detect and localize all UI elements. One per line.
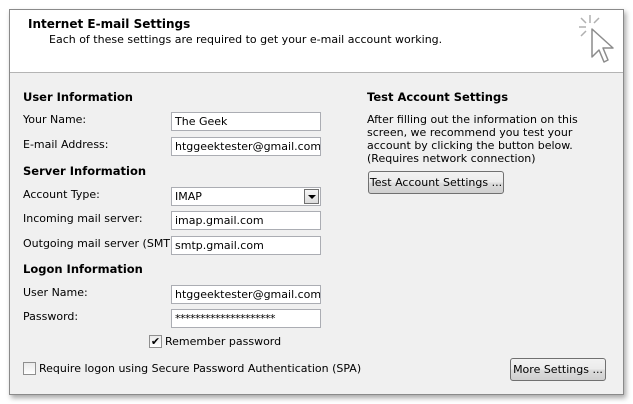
spa-label: Require logon using Secure Password Auth… bbox=[39, 362, 362, 375]
more-settings-button[interactable]: More Settings ... bbox=[510, 358, 606, 381]
header-subtitle: Each of these settings are required to g… bbox=[49, 33, 443, 46]
email-address-field[interactable]: htggeektester@gmail.com bbox=[171, 137, 321, 156]
account-type-value: IMAP bbox=[175, 190, 202, 203]
spa-checkbox[interactable] bbox=[23, 362, 36, 375]
dialog-header: Internet E-mail Settings Each of these s… bbox=[10, 10, 623, 73]
user-name-label: User Name: bbox=[23, 286, 88, 299]
test-account-description: After filling out the information on thi… bbox=[367, 113, 578, 165]
outgoing-server-field[interactable]: smtp.gmail.com bbox=[171, 236, 321, 255]
account-type-label: Account Type: bbox=[23, 188, 100, 201]
test-account-heading: Test Account Settings bbox=[367, 90, 509, 104]
outgoing-server-label: Outgoing mail server (SMTP): bbox=[23, 237, 185, 250]
password-field[interactable]: ******************** bbox=[171, 309, 321, 328]
test-account-settings-button[interactable]: Test Account Settings ... bbox=[368, 171, 504, 194]
email-address-label: E-mail Address: bbox=[23, 138, 109, 151]
remember-password-checkbox[interactable]: ✔ bbox=[149, 335, 162, 348]
incoming-server-label: Incoming mail server: bbox=[23, 212, 143, 225]
password-label: Password: bbox=[23, 310, 79, 323]
email-settings-dialog: Internet E-mail Settings Each of these s… bbox=[9, 9, 624, 395]
checkmark-icon: ✔ bbox=[150, 335, 161, 348]
remember-password-label: Remember password bbox=[165, 335, 282, 348]
cursor-sparkle-icon bbox=[576, 13, 620, 72]
incoming-server-field[interactable]: imap.gmail.com bbox=[171, 211, 321, 230]
chevron-down-icon bbox=[308, 195, 316, 199]
your-name-field[interactable]: The Geek bbox=[171, 112, 321, 131]
user-name-field[interactable]: htggeektester@gmail.com bbox=[171, 285, 321, 304]
dropdown-button[interactable] bbox=[304, 189, 319, 204]
header-title: Internet E-mail Settings bbox=[28, 17, 191, 31]
logon-information-heading: Logon Information bbox=[23, 262, 143, 276]
account-type-select[interactable]: IMAP bbox=[171, 187, 321, 206]
user-information-heading: User Information bbox=[23, 90, 133, 104]
server-information-heading: Server Information bbox=[23, 164, 147, 178]
your-name-label: Your Name: bbox=[23, 113, 87, 126]
